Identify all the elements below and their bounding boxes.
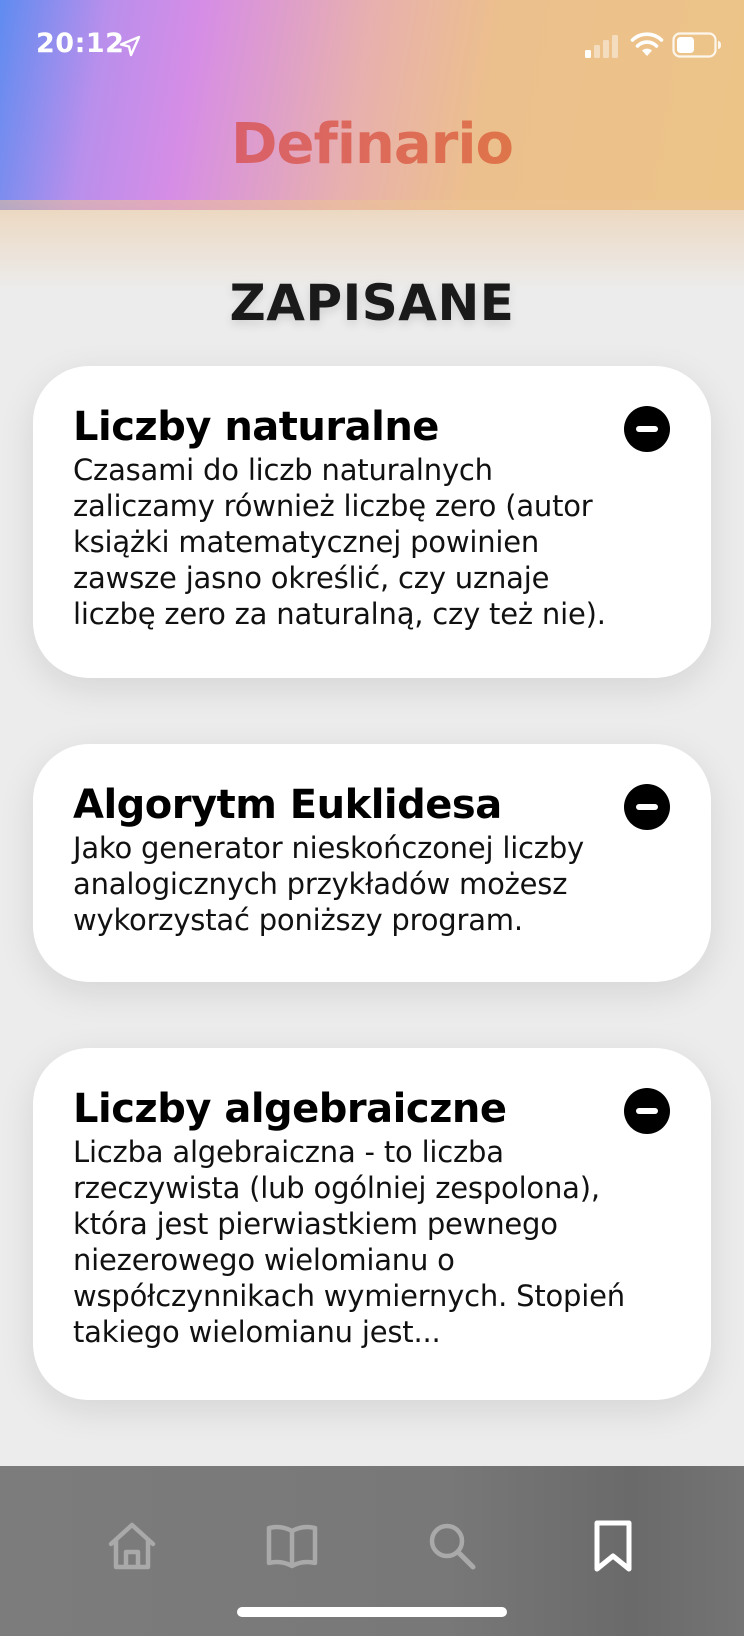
search-icon [429,1523,476,1570]
minus-circle-icon [636,804,658,810]
location-arrow-icon [119,35,141,57]
minus-circle-icon [636,426,658,432]
card-text: Jako generator nieskończonej liczby anal… [73,831,584,937]
remove-saved-button[interactable] [624,784,670,830]
card-title: Algorytm Euklidesa [73,782,502,828]
remove-saved-button[interactable] [624,406,670,452]
home-icon [108,1522,156,1570]
saved-card[interactable]: Liczby naturalne Czasami do liczb natura… [33,366,711,678]
tab-dictionary[interactable] [252,1506,332,1586]
card-title: Liczby naturalne [73,404,439,450]
page-title: ZAPISANE [229,274,515,332]
tab-saved[interactable] [573,1506,653,1586]
status-bar: 20:12 [0,0,744,92]
battery-icon [672,32,721,58]
tab-home[interactable] [92,1506,172,1586]
card-title: Liczby algebraiczne [73,1086,507,1132]
remove-saved-button[interactable] [624,1088,670,1134]
saved-card[interactable]: Liczby algebraiczne Liczba algebraiczna … [33,1048,711,1400]
wifi-icon [630,32,664,56]
tab-search[interactable] [412,1506,492,1586]
minus-circle-icon [636,1108,658,1114]
home-indicator [237,1607,507,1617]
cellular-signal-icon [585,35,618,58]
status-time: 20:12 [36,28,125,59]
bookmark-icon [594,1520,632,1572]
saved-card[interactable]: Algorytm Euklidesa Jako generator niesko… [33,744,711,982]
card-text: Liczba algebraiczna - to liczba rzeczywi… [73,1134,639,1350]
book-icon [266,1524,318,1569]
app-title: Definario [0,112,744,177]
card-text: Czasami do liczb naturalnych zaliczamy r… [73,453,606,631]
